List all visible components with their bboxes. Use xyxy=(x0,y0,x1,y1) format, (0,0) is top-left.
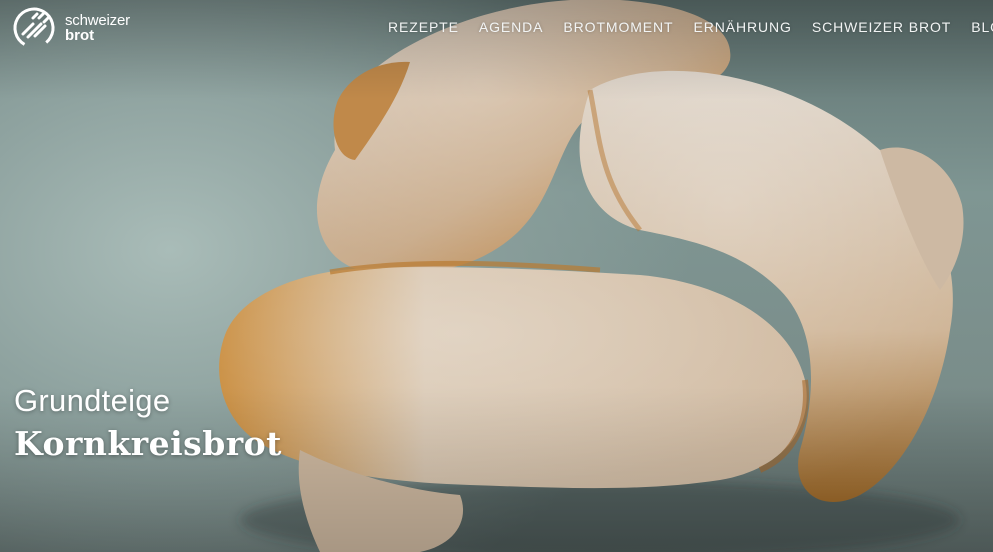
logo-line-1: schweizer xyxy=(65,12,130,29)
nav-rezepte[interactable]: REZEPTE xyxy=(378,16,469,38)
hero-image xyxy=(0,0,993,552)
recipe-title: Kornkreisbrot xyxy=(14,424,282,463)
nav-brotmoment[interactable]: BROTMOMENT xyxy=(553,16,683,38)
recipe-category: Grundteige xyxy=(14,383,171,418)
logo-wheat-icon xyxy=(13,7,55,49)
logo-link[interactable]: schweizer brot xyxy=(11,4,146,52)
nav-blog[interactable]: BLOG xyxy=(961,16,993,38)
hero-caption: Grundteige Kornkreisbrot xyxy=(14,381,282,465)
bread-photo xyxy=(219,0,964,552)
site-header: schweizer brot REZEPTE AGENDA BROTMOMENT… xyxy=(0,0,993,56)
main-nav: REZEPTE AGENDA BROTMOMENT ERNÄHRUNG SCHW… xyxy=(378,16,993,38)
nav-schweizer-brot[interactable]: SCHWEIZER BROT xyxy=(802,16,961,38)
nav-agenda[interactable]: AGENDA xyxy=(469,16,554,38)
nav-ernaehrung[interactable]: ERNÄHRUNG xyxy=(684,16,802,38)
logo-wordmark: schweizer brot xyxy=(65,13,130,43)
logo-line-2: brot xyxy=(65,27,95,44)
